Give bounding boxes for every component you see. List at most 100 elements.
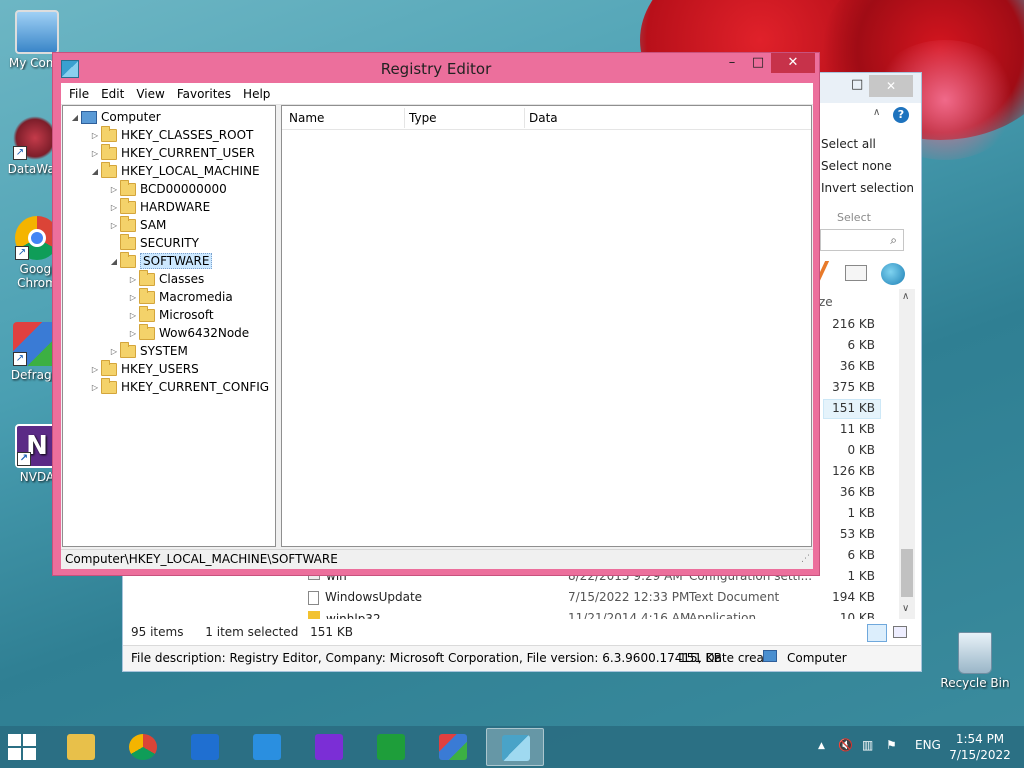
taskbar-app-mail[interactable] [176,728,234,766]
tree-node[interactable]: ▷ SYSTEM [108,341,188,360]
expand-icon[interactable]: ▷ [89,131,101,140]
volume-muted-icon[interactable]: 🔇 [838,738,853,752]
expand-icon[interactable]: ▷ [127,311,139,320]
current-key-path: Computer\HKEY_LOCAL_MACHINE\SOFTWARE [65,552,338,566]
column-header-data[interactable]: Data [529,111,558,125]
invert-selection-button[interactable]: Invert selection [821,181,914,195]
show-hidden-icons[interactable]: ▲ [818,741,825,751]
maximize-button[interactable]: □ [745,53,771,73]
menu-file[interactable]: File [63,87,95,101]
taskbar-app-chrome[interactable] [114,728,172,766]
ribbon-collapse-icon[interactable]: ∧ [873,107,880,118]
preview-pane-icon[interactable] [845,265,867,281]
select-all-button[interactable]: Select all [821,137,876,151]
tree-node[interactable]: ▷ HKEY_CLASSES_ROOT [89,125,253,144]
expand-icon[interactable]: ▷ [89,383,101,392]
taskbar-app-search[interactable] [300,728,358,766]
values-list[interactable]: Name Type Data [281,105,812,547]
expand-icon[interactable]: ▷ [108,203,120,212]
menu-edit[interactable]: Edit [95,87,130,101]
large-icons-view-icon[interactable] [893,626,907,638]
menu-help[interactable]: Help [237,87,276,101]
tree-node[interactable]: SECURITY [108,233,199,252]
file-row[interactable]: winhlp32 [308,611,381,619]
network-icon[interactable]: ▥ [862,738,873,752]
tree-node[interactable]: ◢ HKEY_LOCAL_MACHINE [89,161,260,180]
menu-view[interactable]: View [130,87,170,101]
input-language[interactable]: ENG [915,738,941,752]
explorer-scrollbar[interactable]: ∧ ∨ [899,289,915,619]
file-size: 375 KB [832,380,875,394]
file-size: 194 KB [832,590,875,604]
tree-node[interactable]: ▷ HKEY_CURRENT_CONFIG [89,377,269,396]
expand-icon[interactable]: ▷ [127,275,139,284]
regedit-titlebar[interactable]: Registry Editor – □ ✕ [53,53,819,83]
folder-icon [101,359,117,376]
start-button[interactable] [8,734,38,760]
search-icon [315,734,343,760]
tree-node-selected[interactable]: ◢ SOFTWARE [108,251,213,270]
tree-node-computer[interactable]: ◢ Computer [69,108,161,126]
explorer-maximize-button[interactable]: □ [851,77,863,92]
collapse-icon[interactable]: ◢ [89,167,101,176]
window-title: Registry Editor [380,60,492,78]
tree-node[interactable]: ▷ Wow6432Node [127,323,249,342]
desktop-icon-recycle-bin[interactable]: Recycle Bin [940,632,1010,690]
file-size: 6 KB [847,548,875,562]
tree-node[interactable]: ▷ BCD00000000 [108,179,227,198]
defraggler-icon: ↗ [13,322,57,366]
taskbar-app-regedit[interactable] [486,728,544,766]
expand-icon[interactable]: ▷ [108,347,120,356]
scroll-up-icon[interactable]: ∧ [902,291,909,302]
column-header-type[interactable]: Type [409,111,437,125]
collapse-icon[interactable]: ◢ [108,257,120,266]
taskbar-app-weather[interactable] [238,728,296,766]
expand-icon[interactable]: ▷ [89,365,101,374]
file-size-info: 151 KB [679,651,722,665]
tree-node[interactable]: ▷ HKEY_USERS [89,359,199,378]
folder-icon [120,215,136,232]
explorer-close-button[interactable]: ✕ [869,75,913,97]
expand-icon[interactable]: ▷ [127,293,139,302]
details-view-icon[interactable] [867,624,887,642]
expand-icon[interactable]: ▷ [127,329,139,338]
collapse-icon[interactable]: ◢ [69,113,81,122]
menu-favorites[interactable]: Favorites [171,87,237,101]
expand-icon[interactable]: ▷ [108,221,120,230]
search-icon: ⌕ [890,233,897,247]
registry-editor-window[interactable]: Registry Editor – □ ✕ File Edit View Fav… [52,52,820,576]
close-button[interactable]: ✕ [771,53,815,73]
tree-node[interactable]: ▷ HARDWARE [108,197,210,216]
tree-node[interactable]: ▷ Classes [127,269,204,288]
file-row[interactable]: WindowsUpdate [308,590,422,605]
shortcut-arrow-icon: ↗ [13,352,27,366]
taskbar-app-file-explorer[interactable] [52,728,110,766]
tree-node[interactable]: ▷ Macromedia [127,287,233,306]
folder-icon [139,323,155,340]
scroll-down-icon[interactable]: ∨ [902,603,909,614]
taskbar-app-store[interactable] [362,728,420,766]
column-separator[interactable] [404,108,405,128]
folder-icon [120,197,136,214]
taskbar-app-defraggler[interactable] [424,728,482,766]
resize-grip-icon[interactable]: ⋰ [801,554,810,564]
tree-node[interactable]: ▷ SAM [108,215,166,234]
explorer-search-input[interactable]: ⌕ [820,229,904,251]
scroll-thumb[interactable] [901,549,913,597]
tree-node[interactable]: ▷ Microsoft [127,305,214,324]
windows-logo-tile [23,734,36,746]
select-none-button[interactable]: Select none [821,159,892,173]
minimize-button[interactable]: – [719,53,745,73]
system-clock[interactable]: 1:54 PM 7/15/2022 [940,731,1020,763]
globe-icon[interactable] [881,263,905,285]
tree-node[interactable]: ▷ HKEY_CURRENT_USER [89,143,255,162]
help-icon[interactable]: ? [893,107,909,123]
size-column-header[interactable]: ze [819,295,833,309]
column-header-name[interactable]: Name [289,111,324,125]
registry-tree[interactable]: ◢ Computer ▷ HKEY_CLASSES_ROOT ▷ HKEY_CURR… [62,105,276,547]
file-description: File description: Registry Editor, Compa… [131,651,764,665]
expand-icon[interactable]: ▷ [89,149,101,158]
column-separator[interactable] [524,108,525,128]
action-center-icon[interactable]: ⚑ [886,738,897,752]
expand-icon[interactable]: ▷ [108,185,120,194]
